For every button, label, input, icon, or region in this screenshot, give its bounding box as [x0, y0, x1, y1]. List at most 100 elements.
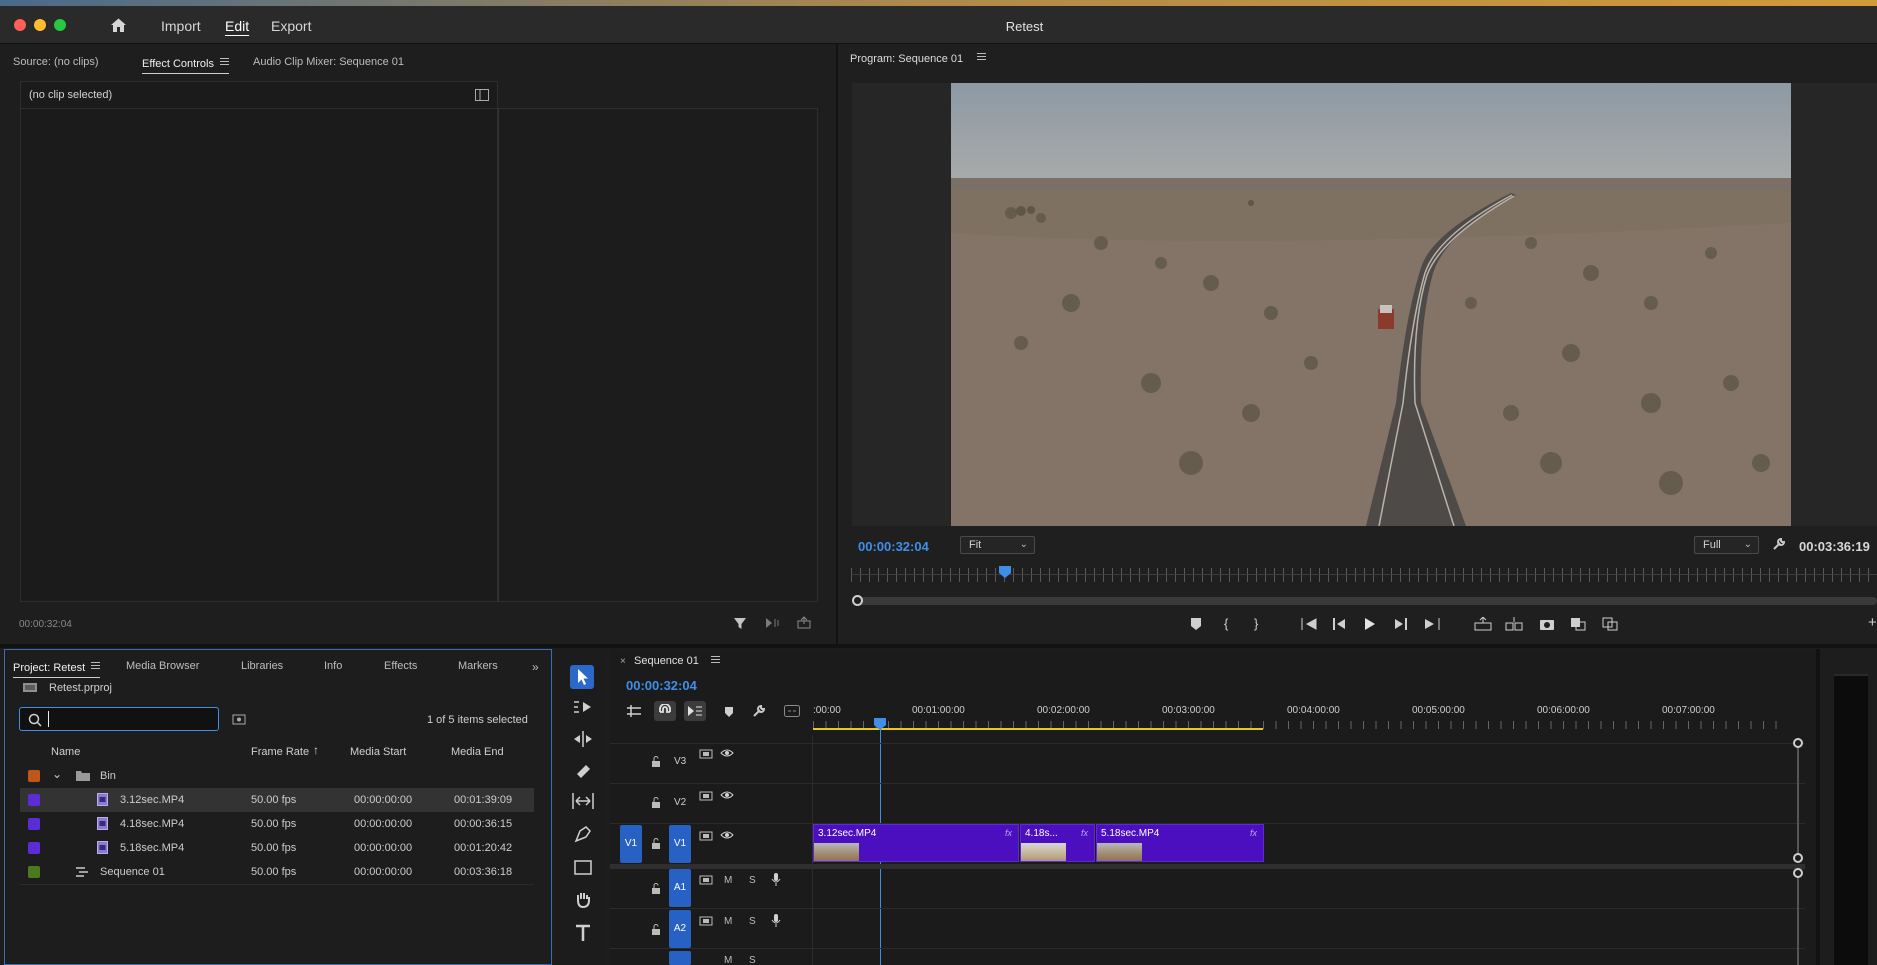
type-tool-icon[interactable]	[574, 924, 592, 942]
track-target-a2[interactable]: A2	[669, 910, 691, 948]
track-lock-icon[interactable]	[651, 796, 661, 809]
solo-track-button[interactable]: S	[749, 916, 756, 927]
tab-project[interactable]: Project: Retest	[13, 660, 101, 678]
fx-badge[interactable]: fx	[1005, 828, 1012, 838]
track-select-tool-icon[interactable]	[573, 699, 593, 715]
toggle-timeline-view-icon[interactable]	[475, 89, 489, 101]
label-color-swatch[interactable]	[28, 794, 40, 806]
track-lock-icon[interactable]	[651, 755, 661, 768]
timeline-timecode[interactable]: 00:00:32:04	[626, 678, 697, 693]
list-item-clip[interactable]: 3.12sec.MP4 50.00 fps 00:00:00:00 00:01:…	[20, 788, 534, 812]
project-search-field[interactable]	[19, 707, 219, 731]
label-color-swatch[interactable]	[28, 818, 40, 830]
timeline-clip[interactable]: 3.12sec.MP4 fx	[813, 824, 1019, 862]
razor-tool-icon[interactable]	[574, 762, 592, 780]
chevron-down-icon[interactable]: ⌄	[52, 767, 62, 781]
list-item-sequence[interactable]: Sequence 01 50.00 fps 00:00:00:00 00:03:…	[20, 860, 534, 884]
scroll-handle[interactable]	[1793, 853, 1803, 863]
track-visibility-eye-icon[interactable]	[720, 790, 734, 800]
list-item-bin[interactable]: ⌄ Bin	[20, 764, 534, 788]
mark-out-icon[interactable]: }	[1254, 616, 1258, 631]
step-back-icon[interactable]	[1332, 618, 1346, 630]
column-media-end[interactable]: Media End	[451, 746, 504, 758]
insert-icon[interactable]	[1570, 617, 1586, 631]
mute-track-button[interactable]: M	[724, 916, 732, 927]
mark-in-icon[interactable]: {	[1224, 616, 1228, 631]
label-color-swatch[interactable]	[28, 770, 40, 782]
timeline-settings-wrench-icon[interactable]	[752, 704, 766, 718]
zoom-scrollbar[interactable]	[853, 597, 1877, 605]
program-video-frame[interactable]	[951, 83, 1791, 526]
mute-track-button[interactable]: M	[724, 875, 732, 886]
playback-resolution-select[interactable]: Full ⌄	[1694, 536, 1759, 554]
sync-lock-icon[interactable]	[699, 915, 713, 927]
lift-icon[interactable]	[1474, 617, 1492, 631]
tab-media-browser[interactable]: Media Browser	[126, 660, 199, 672]
solo-track-button[interactable]: S	[749, 955, 756, 965]
track-target-v1[interactable]: V1	[669, 825, 691, 863]
tab-info[interactable]: Info	[324, 660, 342, 672]
tab-markers[interactable]: Markers	[458, 660, 498, 672]
add-marker-icon[interactable]	[1190, 617, 1202, 631]
column-media-start[interactable]: Media Start	[350, 746, 406, 758]
scroll-handle[interactable]	[1793, 868, 1803, 878]
project-panel-menu-icon[interactable]	[91, 660, 101, 671]
track-lock-icon[interactable]	[651, 882, 661, 895]
selection-tool-icon[interactable]	[570, 665, 594, 689]
go-to-in-icon[interactable]	[1301, 618, 1317, 630]
microphone-icon[interactable]	[771, 913, 781, 928]
source-patch-v1[interactable]: V1	[620, 825, 642, 863]
sequence-menu-icon[interactable]	[711, 654, 720, 665]
timeline-clip[interactable]: 4.18s... fx	[1020, 824, 1095, 862]
ripple-edit-tool-icon[interactable]	[573, 731, 593, 747]
mute-track-button[interactable]: M	[724, 955, 732, 965]
program-current-timecode[interactable]: 00:00:32:04	[858, 539, 929, 554]
track-target-a1[interactable]: A1	[669, 869, 691, 907]
zoom-level-select[interactable]: Fit ⌄	[960, 536, 1035, 554]
track-visibility-eye-icon[interactable]	[720, 830, 734, 840]
video-tracks-scrollbar[interactable]	[1797, 742, 1799, 859]
find-bin-icon[interactable]	[232, 713, 246, 725]
tab-effects[interactable]: Effects	[384, 660, 417, 672]
play-icon[interactable]	[1364, 617, 1376, 631]
go-to-out-icon[interactable]	[1424, 618, 1440, 630]
tab-audio-clip-mixer[interactable]: Audio Clip Mixer: Sequence 01	[253, 56, 404, 68]
extract-icon[interactable]	[1505, 617, 1523, 631]
tab-libraries[interactable]: Libraries	[241, 660, 283, 672]
close-sequence-icon[interactable]: ×	[620, 656, 626, 667]
list-item-clip[interactable]: 5.18sec.MP4 50.00 fps 00:00:00:00 00:01:…	[20, 836, 534, 860]
track-target-a3[interactable]	[669, 951, 691, 965]
project-search-input[interactable]	[48, 711, 214, 727]
timeline-clip[interactable]: 5.18sec.MP4 fx	[1096, 824, 1264, 862]
slip-tool-icon[interactable]	[572, 793, 594, 809]
label-color-swatch[interactable]	[28, 866, 40, 878]
audio-tracks-scrollbar[interactable]	[1797, 874, 1799, 965]
tab-source[interactable]: Source: (no clips)	[13, 56, 99, 68]
fx-badge[interactable]: fx	[1250, 828, 1257, 838]
scroll-handle[interactable]	[1793, 738, 1803, 748]
label-color-swatch[interactable]	[28, 842, 40, 854]
sync-lock-icon[interactable]	[699, 790, 713, 802]
settings-wrench-icon[interactable]	[1772, 537, 1786, 551]
rectangle-tool-icon[interactable]	[574, 860, 592, 875]
sequence-tab-label[interactable]: Sequence 01	[634, 655, 699, 667]
audio-play-icon[interactable]	[765, 617, 781, 629]
column-name[interactable]: Name	[51, 746, 80, 758]
fx-badge[interactable]: fx	[1081, 828, 1088, 838]
sync-lock-icon[interactable]	[699, 748, 713, 760]
sync-lock-icon[interactable]	[699, 874, 713, 886]
filter-icon[interactable]	[733, 616, 747, 630]
panel-menu-icon[interactable]	[219, 56, 229, 67]
snap-toggle[interactable]	[654, 701, 676, 721]
timeline-ruler[interactable]: :00:00 00:01:00:00 00:02:00:00 00:03:00:…	[813, 700, 1793, 734]
program-playhead[interactable]	[999, 566, 1011, 578]
program-monitor-menu-icon[interactable]	[977, 51, 986, 62]
export-frame-icon[interactable]	[797, 616, 811, 629]
solo-track-button[interactable]: S	[749, 875, 756, 886]
button-editor-plus-icon[interactable]: +	[1868, 614, 1877, 631]
track-lock-icon[interactable]	[651, 837, 661, 850]
compare-view-icon[interactable]	[1602, 617, 1618, 631]
linked-selection-toggle[interactable]	[684, 701, 706, 721]
tab-effect-controls[interactable]: Effect Controls	[142, 56, 229, 74]
hand-tool-icon[interactable]	[574, 890, 592, 908]
